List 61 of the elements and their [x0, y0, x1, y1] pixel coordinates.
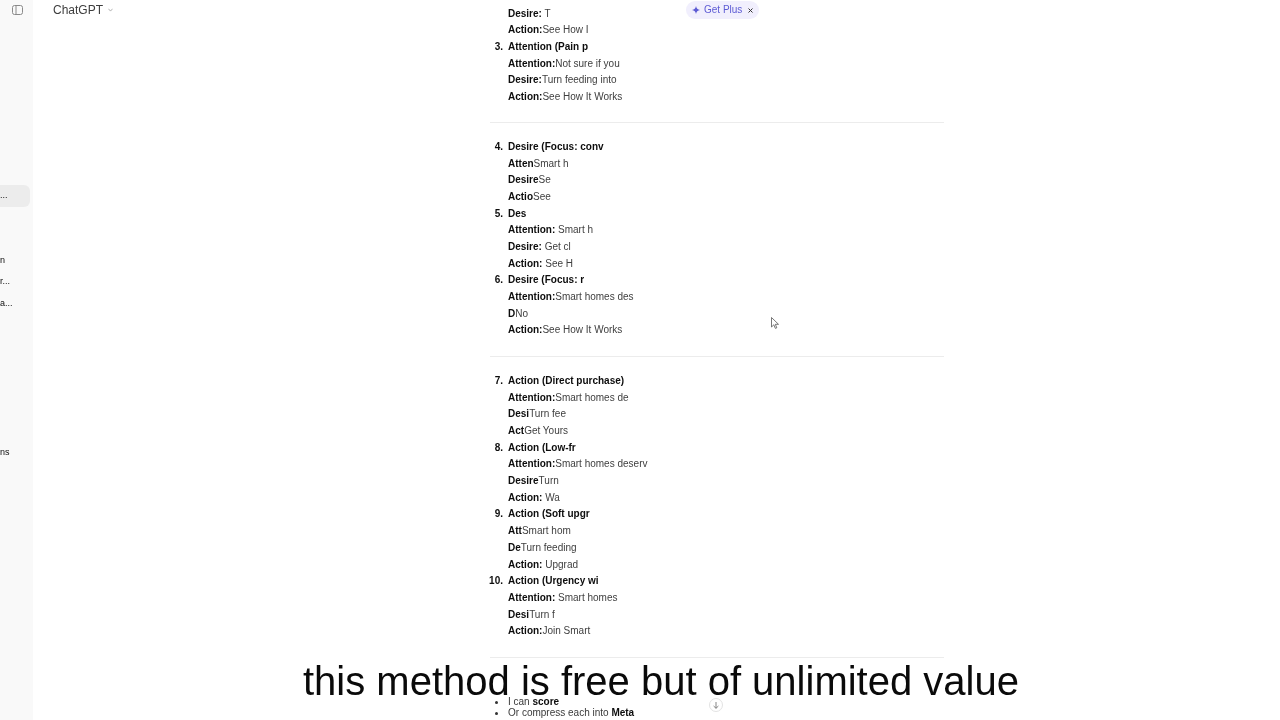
item-detail-line: Attention:Smart homes deserv — [508, 457, 648, 472]
close-icon[interactable] — [748, 7, 754, 13]
item-detail-line: AttSmart hom — [508, 524, 571, 539]
item-detail-line: DeTurn feeding — [508, 540, 577, 555]
item-detail-line: Desire: Get cl — [508, 240, 571, 255]
list-number: 10. — [488, 574, 503, 589]
item-detail-line: Action:See How It Works — [508, 323, 623, 338]
bullet-icon — [495, 711, 498, 715]
item-detail-line: Action:Join Smart — [508, 624, 591, 639]
item-detail-line: Attention: Smart h — [508, 223, 593, 238]
item-detail-line: DesireTurn — [508, 474, 559, 489]
item-heading: Attention (Pain p — [508, 40, 588, 54]
subtitle-caption: this method is free but of unlimited value — [303, 666, 1019, 697]
list-number: 8. — [493, 440, 503, 455]
list-number: 9. — [493, 507, 503, 522]
item-detail-line: Desire:Turn feeding into — [508, 73, 617, 88]
item-detail-line: ActGet Yours — [508, 424, 569, 439]
item-heading: Des — [508, 206, 527, 221]
sidebar-item[interactable]: n — [0, 249, 30, 271]
item-detail-line: Attention: Smart homes — [508, 590, 618, 605]
item-detail-line: DesireSe — [508, 173, 551, 188]
item-detail-line: Desire: T — [508, 6, 551, 21]
item-detail-line: DNo — [508, 306, 529, 321]
get-plus-link[interactable]: Get Plus — [704, 5, 743, 15]
mouse-pointer-icon — [771, 317, 779, 329]
item-heading: Action (Direct purchase) — [508, 374, 625, 389]
item-detail-line: Attention:Not sure if you — [508, 56, 620, 71]
list-number: 6. — [493, 273, 503, 288]
list-number: 5. — [493, 206, 503, 221]
item-heading: Desire (Focus: conv — [508, 140, 604, 155]
item-heading: Action (Soft upgr — [508, 507, 590, 522]
sidebar-item[interactable]: ... — [0, 185, 30, 207]
sidebar-item[interactable]: ns — [0, 442, 30, 464]
list-number: 4. — [493, 140, 503, 155]
bullet-text: Or compress each into Meta — [508, 708, 635, 719]
sparkle-icon — [692, 6, 700, 14]
item-detail-line: Attention:Smart homes de — [508, 390, 629, 405]
scroll-down-button[interactable] — [709, 698, 723, 712]
item-detail-line: Attention:Smart homes des — [508, 290, 634, 305]
sidebar-item[interactable]: a... — [0, 292, 30, 314]
item-heading: Action (Urgency wi — [508, 574, 599, 589]
bullet-text: I can score — [508, 697, 560, 708]
item-detail-line: Action:See How It Works — [508, 90, 623, 104]
list-number: 3. — [493, 40, 503, 54]
item-detail-line: ActioSee — [508, 190, 551, 205]
chevron-down-icon — [108, 8, 113, 12]
sidebar-toggle-icon[interactable] — [12, 5, 23, 15]
item-detail-line: Action: Upgrad — [508, 557, 579, 572]
item-detail-line: DesiTurn f — [508, 607, 555, 622]
list-number: 7. — [493, 374, 503, 389]
item-detail-line: Action: See H — [508, 256, 574, 271]
item-detail-line: DesiTurn fee — [508, 407, 566, 422]
sidebar-item[interactable]: r... — [0, 271, 30, 293]
bullet-icon — [495, 700, 498, 704]
item-heading: Desire (Focus: r — [508, 273, 585, 288]
item-detail-line: Action: Wa — [508, 490, 560, 505]
item-heading: Action (Low-fr — [508, 440, 576, 455]
arrow-down-icon — [713, 701, 719, 709]
item-detail-line: Action:See How I — [508, 23, 589, 38]
model-selector-button[interactable]: ChatGPT — [53, 4, 113, 16]
item-detail-line: AttenSmart h — [508, 156, 569, 171]
